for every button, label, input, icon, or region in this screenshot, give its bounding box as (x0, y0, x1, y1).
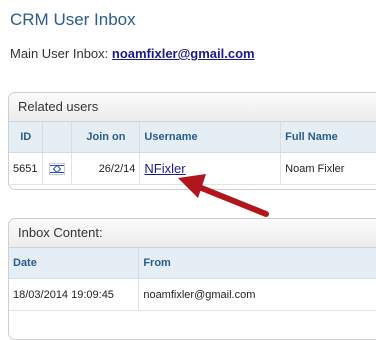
israel-flag-icon (49, 162, 66, 175)
main-inbox-label: Main User Inbox: (10, 46, 112, 61)
inbox-content-header: Inbox Content: (9, 219, 376, 248)
related-users-header: Related users (9, 93, 376, 122)
full-name-cell: Noam Fixler (280, 152, 376, 185)
col-username[interactable]: Username (139, 122, 282, 153)
flag-cell (42, 152, 73, 185)
col-from[interactable]: From (138, 248, 376, 279)
inbox-content-table: Date From 18/03/2014 19:09:45 noamfixler… (9, 248, 376, 311)
inbox-header-row: Date From (9, 248, 376, 279)
col-id[interactable]: ID (9, 122, 44, 153)
user-id-cell: 5651 (9, 152, 44, 185)
col-date[interactable]: Date (9, 248, 140, 279)
message-date-cell: 18/03/2014 19:09:45 (9, 278, 140, 311)
col-flag (42, 122, 73, 153)
main-inbox-line: Main User Inbox: noamfixler@gmail.com (10, 46, 255, 61)
table-row[interactable]: 18/03/2014 19:09:45 noamfixler@gmail.com (9, 278, 376, 311)
message-from-cell: noamfixler@gmail.com (138, 278, 376, 311)
page-title: CRM User Inbox (10, 10, 136, 29)
col-full-name[interactable]: Full Name (280, 122, 376, 153)
col-join-on[interactable]: Join on (71, 122, 141, 153)
related-users-header-row: ID Join on Username Full Name (9, 122, 376, 153)
inbox-content-panel: Inbox Content: Date From 18/03/2014 19:0… (8, 218, 376, 340)
red-arrow-icon (178, 174, 269, 217)
join-date-cell: 26/2/14 (71, 152, 141, 185)
main-inbox-email-link[interactable]: noamfixler@gmail.com (112, 46, 255, 61)
